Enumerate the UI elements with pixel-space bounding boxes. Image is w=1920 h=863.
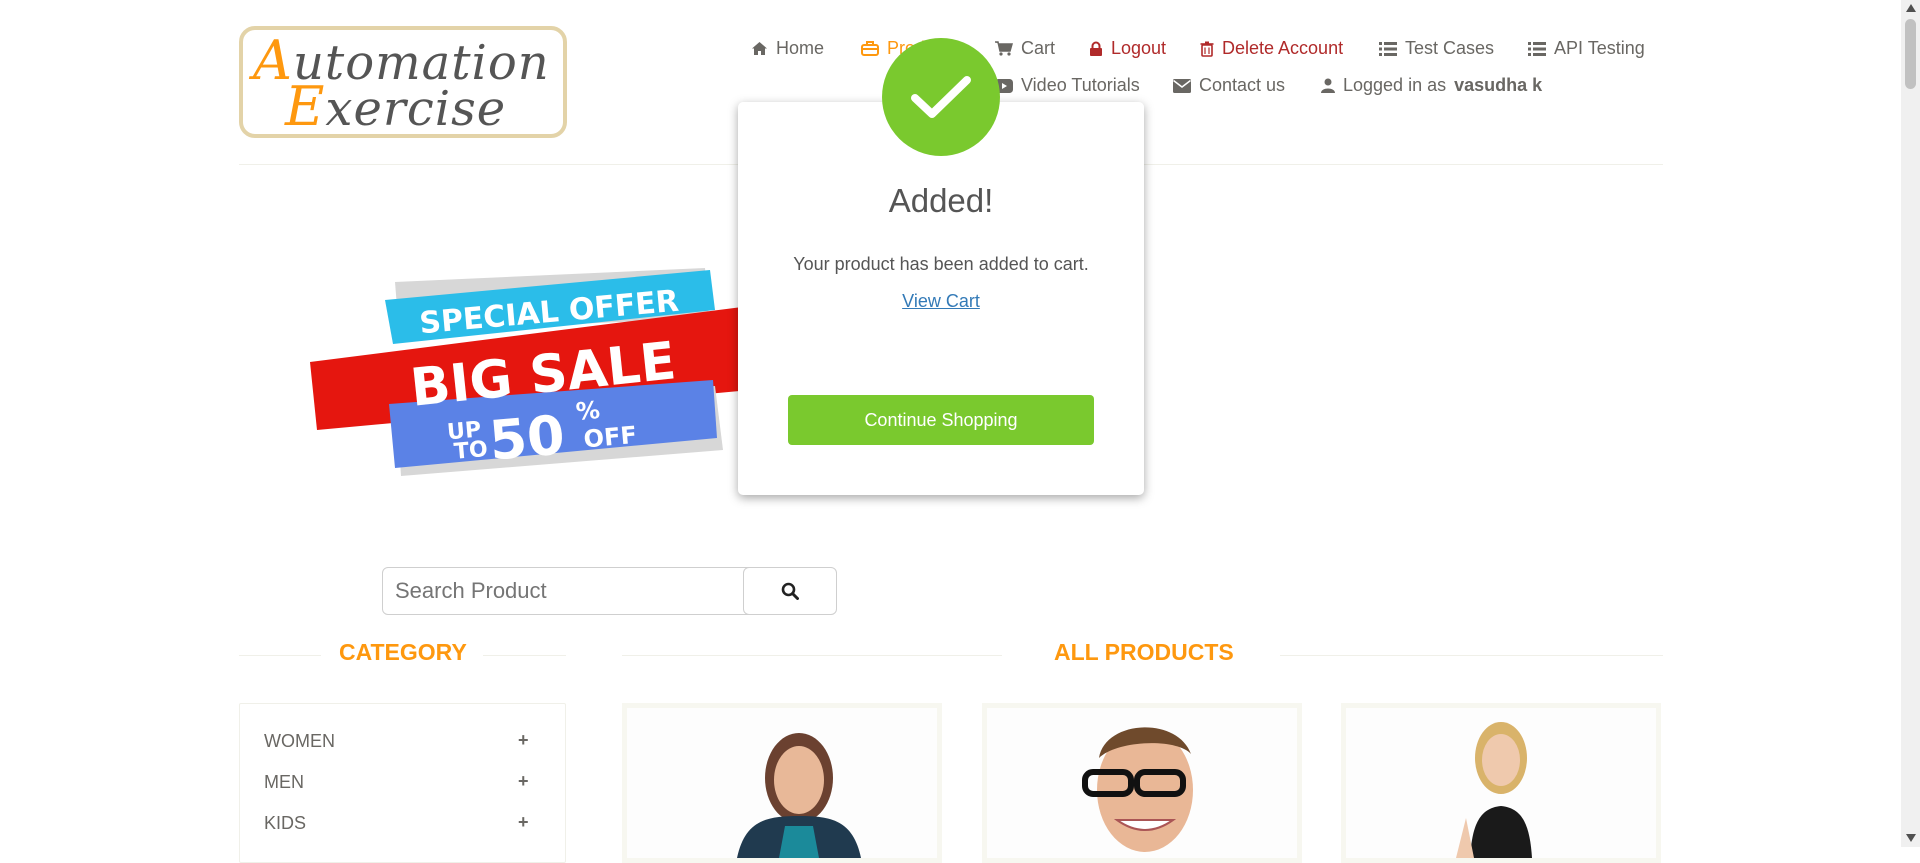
search-icon [781, 582, 799, 600]
logo-text-line2: xercise [325, 81, 507, 137]
nav-delete-account[interactable]: Delete Account [1200, 38, 1343, 59]
nav-cart[interactable]: Cart [995, 38, 1055, 59]
banner-50: 50 [487, 403, 567, 472]
banner-percent: % [575, 396, 601, 426]
product-card-3 [1341, 703, 1661, 863]
lock-icon [1090, 41, 1102, 56]
view-cart-link[interactable]: View Cart [738, 291, 1144, 312]
nav-api-testing-label: API Testing [1554, 38, 1645, 58]
nav-delete-account-label: Delete Account [1222, 38, 1344, 58]
checkmark-icon [911, 76, 971, 118]
logged-in-username: vasudha k [1454, 75, 1543, 95]
list-icon [1379, 41, 1397, 56]
continue-shopping-button[interactable]: Continue Shopping [788, 395, 1094, 445]
product-card-1 [622, 703, 942, 863]
nav-home[interactable]: Home [751, 38, 824, 59]
nav-test-cases[interactable]: Test Cases [1379, 38, 1494, 59]
product-image-man [987, 708, 1297, 858]
nav-api-testing[interactable]: API Testing [1528, 38, 1645, 59]
nav-contact-us[interactable]: Contact us [1173, 75, 1285, 96]
logged-in-prefix: Logged in as [1343, 75, 1447, 95]
search-product-input[interactable] [382, 567, 756, 615]
nav-logout-label: Logout [1111, 38, 1167, 58]
logo-cap-e: E [285, 75, 326, 138]
product-image-woman [627, 708, 937, 858]
category-title-line-right [483, 655, 566, 656]
search-button[interactable] [743, 567, 837, 615]
product-card-2 [982, 703, 1302, 863]
list-icon [1528, 41, 1546, 56]
page: Automation Exercise Home Products Cart L… [0, 0, 1920, 863]
trash-icon [1200, 41, 1214, 57]
nav-home-label: Home [776, 38, 825, 58]
nav-logout[interactable]: Logout [1089, 38, 1166, 59]
nav-cart-label: Cart [1021, 38, 1056, 58]
big-sale-banner: SPECIAL OFFER BIG SALE UP TO 50 % OFF [310, 268, 745, 476]
nav-logged-in-as: Logged in as vasudha k [1321, 75, 1542, 96]
all-products-title-line-right [1280, 655, 1663, 656]
modal-message: Your product has been added to cart. [793, 254, 1089, 274]
user-icon [1321, 78, 1335, 93]
expand-women-icon[interactable]: + [518, 730, 529, 751]
banner-to: TO [453, 437, 489, 465]
all-products-title-line-left [622, 655, 1002, 656]
nav-contact-us-label: Contact us [1199, 75, 1286, 95]
product-image-woman-black-top [1346, 708, 1656, 858]
expand-men-icon[interactable]: + [518, 771, 529, 792]
home-icon [752, 42, 767, 55]
category-men[interactable]: MEN [264, 772, 304, 793]
banner-off: OFF [583, 421, 638, 454]
scroll-up-arrow-icon[interactable] [1906, 4, 1916, 12]
category-title-line-left [239, 655, 321, 656]
nav-test-cases-label: Test Cases [1405, 38, 1495, 58]
expand-kids-icon[interactable]: + [518, 812, 529, 833]
nav-video-tutorials-label: Video Tutorials [1021, 75, 1140, 95]
site-logo[interactable]: Automation Exercise [239, 26, 567, 138]
modal-title: Added! [888, 182, 994, 219]
scroll-down-arrow-icon[interactable] [1906, 834, 1916, 842]
envelope-icon [1173, 78, 1191, 93]
nav-video-tutorials[interactable]: Video Tutorials [995, 75, 1140, 96]
success-check-circle [882, 38, 1000, 156]
page-scrollbar[interactable] [1901, 0, 1920, 847]
briefcase-icon [861, 41, 879, 56]
category-women[interactable]: WOMEN [264, 731, 335, 752]
scrollbar-thumb[interactable] [1905, 19, 1916, 89]
category-kids[interactable]: KIDS [264, 813, 306, 834]
shopping-cart-icon [995, 41, 1013, 56]
all-products-title: ALL PRODUCTS [1054, 639, 1234, 665]
category-title: CATEGORY [339, 639, 467, 665]
